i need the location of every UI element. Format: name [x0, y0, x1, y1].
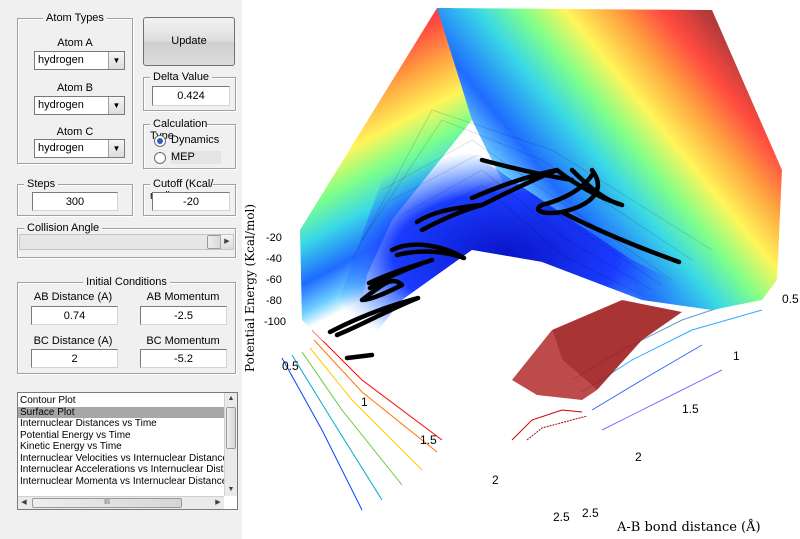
atom-a-label: Atom A [57, 37, 93, 49]
list-item[interactable]: Internuclear Momenta vs Internuclear Dis… [18, 476, 224, 488]
atom-types-title: Atom Types [43, 12, 107, 24]
collision-angle-panel: Collision Angle ▶ [17, 222, 236, 258]
bc-distance-label: BC Distance (A) [33, 335, 113, 347]
z-axis-label: Potential Energy (Kcal/mol) [243, 204, 257, 372]
atom-b-label: Atom B [56, 82, 94, 94]
z-tick: -100 [264, 316, 286, 328]
chevron-down-icon[interactable]: ▼ [108, 97, 124, 114]
atom-a-select[interactable]: hydrogen ▼ [34, 51, 125, 70]
vertical-scrollbar[interactable]: ▲ ▼ [224, 393, 237, 496]
plot-type-listbox[interactable]: Contour Plot Surface Plot Internuclear D… [17, 392, 238, 510]
chevron-left-icon[interactable]: ◀ [18, 497, 30, 509]
ab-distance-label: AB Distance (A) [33, 291, 113, 303]
list-item[interactable]: Potential Energy vs Time [18, 430, 224, 442]
chevron-right-icon[interactable]: ▶ [212, 497, 224, 509]
delta-value-field[interactable]: 0.424 [152, 86, 230, 106]
ab-momentum-label: AB Momentum [146, 291, 220, 303]
x-axis-label: A-B bond distance (Å) [616, 519, 761, 535]
y-tick: 2.5 [553, 510, 570, 524]
x-tick: 1.5 [682, 402, 699, 416]
delta-value-title: Delta Value [150, 71, 213, 83]
delta-value-panel: Delta Value 0.424 [143, 71, 236, 111]
horizontal-scrollbar[interactable]: ◀ III ▶ [18, 496, 224, 509]
list-item[interactable]: Internuclear Accelerations vs Internucle… [18, 464, 224, 476]
bc-momentum-label: BC Momentum [146, 335, 220, 347]
x-tick: 2.5 [582, 506, 599, 520]
horizontal-scroll-thumb[interactable]: III [32, 498, 182, 508]
radio-dynamics[interactable]: Dynamics [154, 134, 219, 147]
vertical-scroll-thumb[interactable] [226, 407, 236, 449]
bc-momentum-field[interactable]: -5.2 [140, 349, 227, 368]
ab-distance-field[interactable]: 0.74 [31, 306, 118, 325]
atom-c-select[interactable]: hydrogen ▼ [34, 139, 125, 158]
scroll-grip-icon: III [104, 499, 110, 506]
steps-field[interactable]: 300 [32, 192, 118, 211]
x-tick: 0.5 [782, 292, 799, 306]
initial-conditions-panel: Initial Conditions AB Distance (A) AB Mo… [17, 276, 236, 374]
atom-b-select[interactable]: hydrogen ▼ [34, 96, 125, 115]
list-item[interactable]: Contour Plot [18, 395, 224, 407]
chevron-right-icon[interactable]: ▶ [220, 235, 233, 249]
calculation-type-panel: Calculation Type Dynamics MEP [143, 118, 236, 169]
x-tick: 2 [635, 450, 642, 464]
radio-dynamics-label: Dynamics [171, 134, 220, 146]
y-tick: 0.5 [282, 359, 299, 373]
cutoff-field[interactable]: -20 [152, 192, 230, 211]
list-item-selected[interactable]: Surface Plot [18, 406, 224, 418]
list-item[interactable]: Internuclear Distances vs Time [18, 418, 224, 430]
radio-unselected-icon[interactable] [154, 151, 166, 164]
y-tick: 1 [361, 395, 368, 409]
atom-a-value: hydrogen [38, 54, 84, 66]
y-tick: 1.5 [420, 433, 437, 447]
z-tick: -60 [266, 274, 282, 286]
z-tick: -20 [266, 232, 282, 244]
x-tick: 1 [733, 349, 740, 363]
bc-distance-field[interactable]: 2 [31, 349, 118, 368]
cutoff-panel: Cutoff (Kcal/ mol) -20 [143, 178, 236, 216]
initial-conditions-title: Initial Conditions [83, 276, 170, 288]
atom-c-value: hydrogen [38, 142, 84, 154]
radio-mep[interactable]: MEP [154, 151, 221, 164]
list-item[interactable]: Internuclear Velocities vs Internuclear … [18, 453, 224, 465]
list-item[interactable]: Kinetic Energy vs Time [18, 441, 224, 453]
chevron-up-icon[interactable]: ▲ [225, 393, 237, 405]
surface-plot[interactable]: -20 -40 -60 -80 -100 Potential Energy (K… [242, 0, 800, 539]
steps-title: Steps [24, 178, 59, 190]
atom-types-panel: Atom Types Atom A hydrogen ▼ Atom B hydr… [17, 12, 133, 164]
collision-angle-slider[interactable]: ▶ [19, 234, 234, 250]
update-button[interactable]: Update [143, 17, 235, 66]
atom-c-label: Atom C [56, 126, 94, 138]
collision-angle-title: Collision Angle [24, 222, 103, 234]
chevron-down-icon[interactable]: ▼ [108, 52, 124, 69]
y-tick: 2 [492, 473, 499, 487]
plot-type-items: Contour Plot Surface Plot Internuclear D… [18, 395, 224, 487]
steps-panel: Steps 300 [17, 178, 133, 216]
chevron-down-icon[interactable]: ▼ [108, 140, 124, 157]
atom-b-value: hydrogen [38, 99, 84, 111]
z-tick: -80 [266, 295, 282, 307]
chevron-down-icon[interactable]: ▼ [225, 484, 237, 496]
radio-selected-icon[interactable] [154, 134, 166, 147]
radio-mep-label: MEP [171, 151, 221, 164]
ab-momentum-field[interactable]: -2.5 [140, 306, 227, 325]
z-tick: -40 [266, 253, 282, 265]
